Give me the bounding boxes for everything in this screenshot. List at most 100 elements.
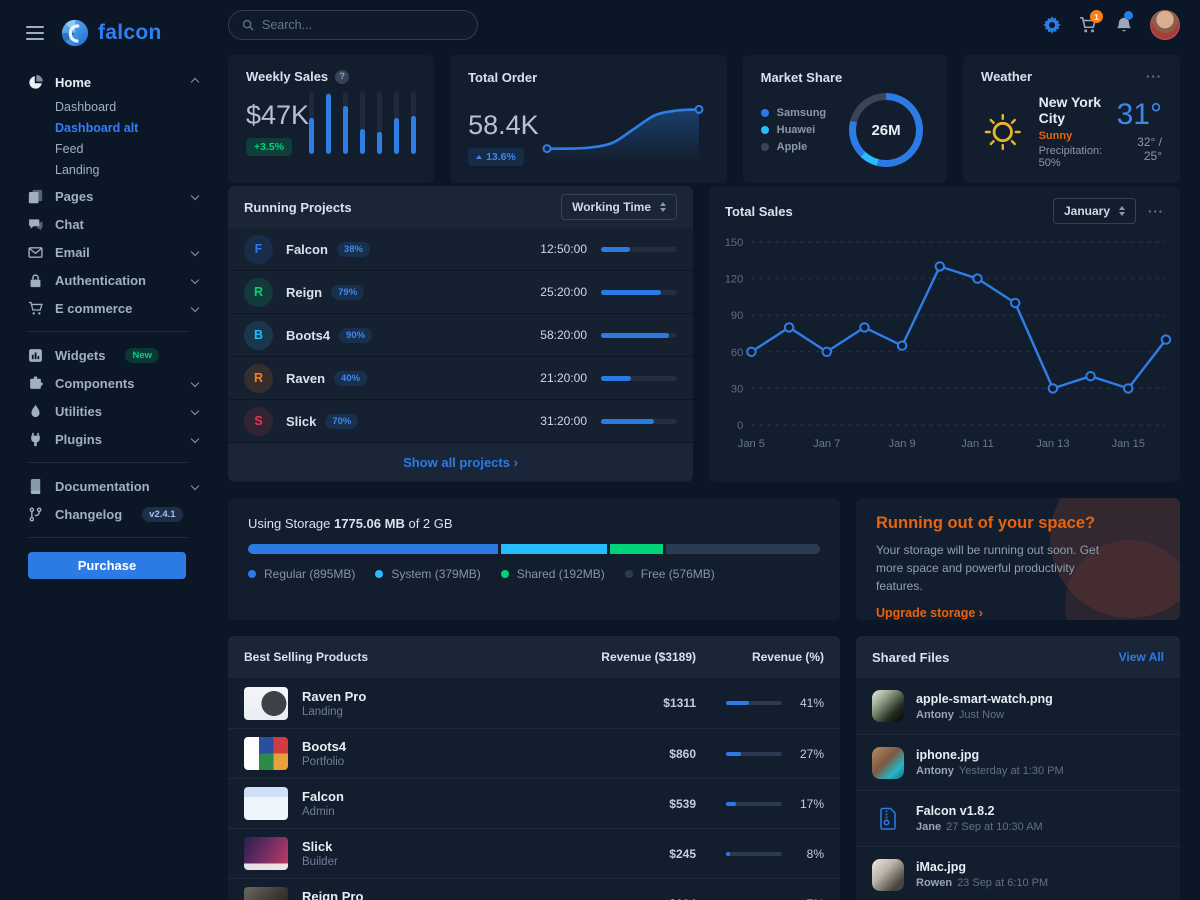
show-all-projects-link[interactable]: Show all projects › xyxy=(403,455,518,470)
product-thumbnail xyxy=(244,737,288,770)
sidebar-item-pages[interactable]: Pages xyxy=(28,182,206,210)
product-progress-bar xyxy=(726,752,782,756)
sidebar-item-dashboard-alt[interactable]: Dashboard alt xyxy=(55,117,206,138)
storage-bar-chart xyxy=(248,544,820,554)
file-thumbnail xyxy=(872,859,904,891)
file-thumbnail xyxy=(872,747,904,779)
weather-range: 32° / 25° xyxy=(1116,135,1162,163)
storage-card: Using Storage 1775.06 MB of 2 GB Regular… xyxy=(228,498,840,620)
sidebar-item-widgets[interactable]: WidgetsNew xyxy=(28,341,206,369)
project-time: 21:20:00 xyxy=(540,371,587,385)
file-row[interactable]: apple-smart-watch.pngAntonyJust Now xyxy=(856,678,1180,734)
total-sales-menu-dots[interactable]: ··· xyxy=(1148,204,1164,219)
file-row[interactable]: Falcon v1.8.2 Jane27 Sep at 10:30 AM xyxy=(856,790,1180,846)
purchase-button[interactable]: Purchase xyxy=(28,552,186,579)
product-row[interactable]: Reign ProAgency$2347% xyxy=(228,878,840,900)
product-row[interactable]: Boots4Portfolio$86027% xyxy=(228,728,840,778)
cart-icon xyxy=(28,301,43,316)
file-name-link[interactable]: Falcon v1.8.2 xyxy=(916,804,1043,818)
search-input[interactable] xyxy=(262,18,464,32)
shared-files-title: Shared Files xyxy=(872,650,949,665)
storage-segment xyxy=(610,544,664,554)
file-name-link[interactable]: apple-smart-watch.png xyxy=(916,692,1053,706)
file-meta: Jane27 Sep at 10:30 AM xyxy=(916,821,1043,833)
project-row[interactable]: RReign79%25:20:00 xyxy=(228,271,693,314)
sidebar-item-authentication[interactable]: Authentication xyxy=(28,266,206,294)
file-name-link[interactable]: iphone.jpg xyxy=(916,748,1064,762)
product-name-link[interactable]: Reign Pro xyxy=(302,889,566,900)
product-name-link[interactable]: Falcon xyxy=(302,789,566,804)
best-selling-card: Best Selling Products Revenue ($3189) Re… xyxy=(228,636,840,900)
project-percent-badge: 90% xyxy=(339,328,372,343)
brand-link[interactable]: falcon xyxy=(60,18,162,48)
product-info: FalconAdmin xyxy=(302,789,566,818)
project-row[interactable]: RRaven40%21:20:00 xyxy=(228,357,693,400)
project-avatar: R xyxy=(244,364,273,393)
project-row[interactable]: BBoots490%58:20:00 xyxy=(228,314,693,357)
weekly-sales-bar-chart xyxy=(309,92,416,154)
product-thumbnail xyxy=(244,887,288,900)
month-select[interactable]: January xyxy=(1053,198,1136,224)
cart-icon[interactable]: 1 xyxy=(1078,15,1098,35)
chart-pie-icon xyxy=(28,75,43,90)
product-name-link[interactable]: Slick xyxy=(302,839,566,854)
sidebar-item-components[interactable]: Components xyxy=(28,369,206,397)
sidebar-item-email[interactable]: Email xyxy=(28,238,206,266)
help-icon[interactable]: ? xyxy=(335,70,349,84)
view-all-link[interactable]: View All xyxy=(1119,650,1164,664)
menu-toggle-icon[interactable] xyxy=(26,26,44,40)
running-projects-list: FFalcon38%12:50:00RReign79%25:20:00BBoot… xyxy=(228,228,693,443)
sidebar-item-utilities[interactable]: Utilities xyxy=(28,397,206,425)
sidebar-item-e-commerce[interactable]: E commerce xyxy=(28,294,206,322)
sidebar-item-documentation[interactable]: Documentation xyxy=(28,472,206,500)
market-share-donut-chart: 26M xyxy=(849,93,923,167)
sidebar-item-home[interactable]: Home xyxy=(28,68,206,96)
market-share-center-value: 26M xyxy=(856,100,916,160)
project-percent-badge: 40% xyxy=(334,371,367,386)
product-pct-label: 7% xyxy=(794,897,824,900)
sidebar-item-landing[interactable]: Landing xyxy=(55,159,206,180)
product-name-link[interactable]: Raven Pro xyxy=(302,689,566,704)
settings-gear-icon[interactable] xyxy=(1042,15,1062,35)
chevron-down-icon xyxy=(191,304,199,312)
bell-icon[interactable] xyxy=(1114,15,1134,35)
avatar[interactable] xyxy=(1150,10,1180,40)
project-row[interactable]: SSlick70%31:20:00 xyxy=(228,400,693,443)
file-row[interactable]: iMac.jpgRowen23 Sep at 6:10 PM xyxy=(856,846,1180,900)
search-icon xyxy=(242,19,254,31)
product-row[interactable]: Raven ProLanding$131141% xyxy=(228,678,840,728)
search-box[interactable] xyxy=(228,10,478,40)
project-row[interactable]: FFalcon38%12:50:00 xyxy=(228,228,693,271)
total-sales-line-chart: 0306090120150 Jan 5Jan 7Jan 9Jan 11Jan 1… xyxy=(709,226,1180,463)
chevron-down-icon xyxy=(191,192,199,200)
book-icon xyxy=(28,479,43,494)
running-projects-header: Running Projects Working Time xyxy=(228,186,693,228)
legend-dot xyxy=(501,570,509,578)
working-time-select[interactable]: Working Time xyxy=(561,194,677,220)
product-revenue-pct: 27% xyxy=(696,747,824,761)
chat-icon xyxy=(28,217,43,232)
file-name-link[interactable]: iMac.jpg xyxy=(916,860,1048,874)
file-user: Rowen xyxy=(916,877,952,889)
file-row[interactable]: iphone.jpgAntonyYesterday at 1:30 PM xyxy=(856,734,1180,790)
project-progress-bar xyxy=(601,333,677,338)
legend-item: Samsung xyxy=(761,107,827,119)
product-row[interactable]: FalconAdmin$53917% xyxy=(228,778,840,828)
sidebar-item-feed[interactable]: Feed xyxy=(55,138,206,159)
product-name-link[interactable]: Boots4 xyxy=(302,739,566,754)
total-order-badge: 13.6% xyxy=(468,148,524,166)
legend-item: Apple xyxy=(761,141,827,153)
sidebar-item-dashboard[interactable]: Dashboard xyxy=(55,96,206,117)
svg-text:150: 150 xyxy=(725,237,744,249)
weather-menu-dots[interactable]: ··· xyxy=(1146,69,1162,84)
sidebar-item-plugins[interactable]: Plugins xyxy=(28,425,206,453)
product-row[interactable]: SlickBuilder$2458% xyxy=(228,828,840,878)
sun-icon xyxy=(981,110,1025,154)
sidebar-item-changelog[interactable]: Changelogv2.4.1 xyxy=(28,500,206,528)
sidebar-item-chat[interactable]: Chat xyxy=(28,210,206,238)
bar xyxy=(360,92,365,154)
product-info: Reign ProAgency xyxy=(302,889,566,900)
upgrade-storage-link[interactable]: Upgrade storage › xyxy=(876,606,983,620)
bar xyxy=(343,92,348,154)
logo-row: falcon xyxy=(0,10,216,56)
